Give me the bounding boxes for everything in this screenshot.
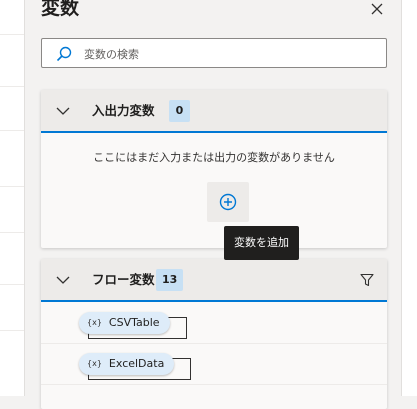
divider <box>0 130 24 131</box>
add-variable-tooltip: 変数を追加 <box>224 226 299 260</box>
add-variable-button[interactable] <box>207 182 249 222</box>
search-input[interactable] <box>82 44 376 64</box>
flow-variables-card: フロー変数 13 {x} CSVTable {x} ExcelData <box>41 259 387 409</box>
flow-variables-title: フロー変数 <box>92 272 155 287</box>
add-circle-icon <box>219 193 237 211</box>
empty-state-message: ここにはまだ入力または出力の変数がありません <box>93 151 335 164</box>
variable-icon: {x} <box>87 318 102 327</box>
input-output-header[interactable]: 入出力変数 0 <box>41 90 387 133</box>
divider <box>0 284 24 285</box>
divider <box>0 186 24 187</box>
divider <box>0 86 24 87</box>
close-icon <box>371 3 383 15</box>
input-output-title: 入出力変数 <box>92 103 155 118</box>
flow-variables-header[interactable]: フロー変数 13 <box>41 259 387 302</box>
chevron-down-icon[interactable] <box>55 103 71 119</box>
search-box[interactable] <box>41 38 387 68</box>
search-icon <box>56 46 72 62</box>
variable-name: ExcelData <box>108 357 165 370</box>
variables-pane: 変数 入出力変数 0 ここにはまだ入力または出力の変数がありません <box>25 0 401 409</box>
flow-variables-count-badge: 13 <box>156 269 184 291</box>
filter-icon[interactable] <box>359 272 375 288</box>
chevron-down-icon[interactable] <box>55 272 71 288</box>
input-output-count-badge: 0 <box>169 100 190 122</box>
variable-chip[interactable]: {x} CSVTable <box>79 312 170 334</box>
variable-icon: {x} <box>87 359 102 368</box>
divider <box>0 34 24 35</box>
divider <box>0 330 24 331</box>
pane-title: 変数 <box>41 0 80 19</box>
variable-row[interactable]: {x} ExcelData <box>41 348 387 385</box>
variable-name: CSVTable <box>108 316 160 329</box>
close-button[interactable] <box>369 1 385 17</box>
background-right-panel <box>401 0 417 396</box>
input-output-variables-card: 入出力変数 0 ここにはまだ入力または出力の変数がありません <box>41 90 387 248</box>
background-left-panel <box>0 0 25 396</box>
divider <box>0 232 24 233</box>
variable-chip[interactable]: {x} ExcelData <box>79 353 175 375</box>
variable-row[interactable]: {x} CSVTable <box>41 307 387 344</box>
